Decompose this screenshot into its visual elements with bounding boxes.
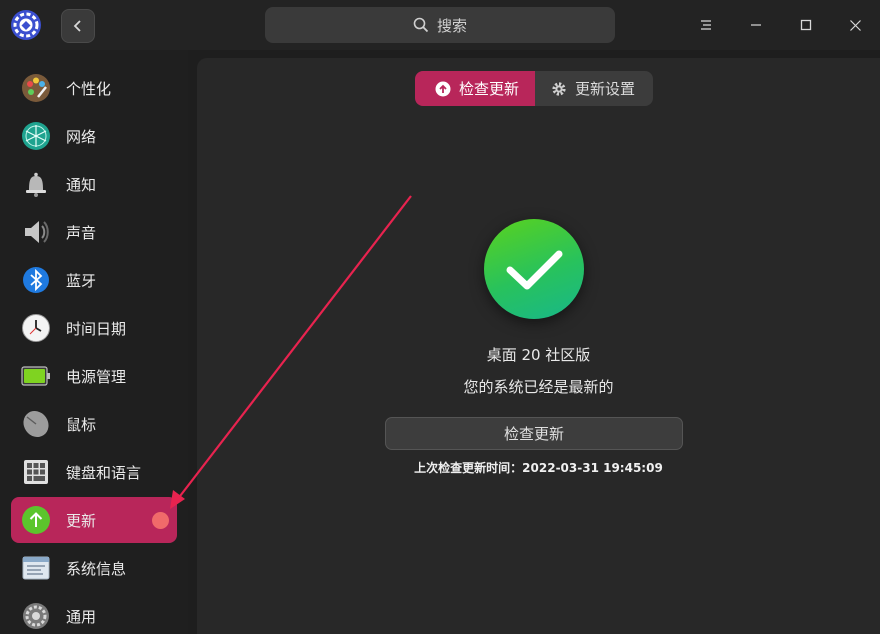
tab-label: 更新设置 (575, 80, 636, 98)
maximize-button[interactable] (791, 10, 821, 40)
tab-update-settings[interactable]: 更新设置 (535, 71, 653, 106)
sidebar-item-label: 时间日期 (66, 319, 127, 338)
sidebar-item-bluetooth[interactable]: 蓝牙 (11, 257, 177, 303)
sidebar-item-label: 声音 (66, 223, 97, 242)
back-button[interactable] (61, 9, 95, 43)
control-center-logo-icon (10, 9, 42, 41)
menu-icon (701, 20, 711, 30)
general-icon (21, 601, 51, 631)
tab-label: 检查更新 (459, 80, 520, 98)
update-tabs: 检查更新 更新设置 (415, 71, 653, 106)
system-edition: 桌面 20 社区版 (486, 346, 591, 364)
sidebar: 个性化 网络 通知 声音 蓝牙 时间日期 电源管理 鼠标 键盘和语言 更新 系统… (0, 50, 188, 634)
close-button[interactable] (840, 10, 870, 40)
maximize-icon (800, 19, 812, 31)
sidebar-item-label: 电源管理 (66, 367, 127, 386)
bluetooth-icon (21, 265, 51, 295)
check-update-button[interactable]: 检查更新 (385, 417, 683, 450)
sidebar-item-update[interactable]: 更新 (11, 497, 177, 543)
sidebar-item-label: 通用 (66, 607, 97, 626)
sidebar-item-label: 更新 (66, 511, 97, 530)
last-check-time: 上次检查更新时间：2022-03-31 19:45:09 (414, 461, 663, 475)
sidebar-item-label: 系统信息 (66, 559, 127, 578)
sidebar-item-sound[interactable]: 声音 (11, 209, 177, 255)
up-to-date-check-icon (484, 219, 584, 319)
clock-icon (21, 313, 51, 343)
title-bar: 搜索 (0, 0, 880, 50)
update-badge (152, 511, 169, 529)
search-icon (413, 17, 429, 33)
sidebar-item-label: 鼠标 (66, 415, 97, 434)
sidebar-item-label: 键盘和语言 (66, 463, 142, 482)
sidebar-item-label: 网络 (66, 127, 97, 146)
sidebar-item-label: 蓝牙 (66, 271, 97, 290)
tab-check-update[interactable]: 检查更新 (415, 71, 535, 106)
sidebar-item-system-info[interactable]: 系统信息 (11, 545, 177, 591)
sidebar-item-power[interactable]: 电源管理 (11, 353, 177, 399)
sidebar-item-mouse[interactable]: 鼠标 (11, 401, 177, 447)
menu-button[interactable] (691, 10, 721, 40)
sidebar-item-datetime[interactable]: 时间日期 (11, 305, 177, 351)
minimize-icon (751, 24, 761, 26)
search-placeholder: 搜索 (436, 16, 467, 35)
palette-icon (21, 73, 51, 103)
minimize-button[interactable] (741, 10, 771, 40)
sidebar-item-label: 通知 (66, 175, 97, 194)
upload-icon (435, 81, 451, 96)
sidebar-item-general[interactable]: 通用 (11, 593, 177, 634)
sidebar-item-network[interactable]: 网络 (11, 113, 177, 159)
update-status: 您的系统已经是最新的 (463, 378, 614, 396)
sidebar-item-label: 个性化 (66, 79, 112, 98)
sidebar-item-personalization[interactable]: 个性化 (11, 65, 177, 111)
sidebar-item-keyboard[interactable]: 键盘和语言 (11, 449, 177, 495)
bell-icon (21, 169, 51, 199)
speaker-icon (21, 217, 51, 247)
chevron-left-icon (73, 20, 81, 32)
mouse-icon (21, 409, 51, 439)
battery-icon (21, 361, 51, 391)
network-icon (21, 121, 51, 151)
close-icon (849, 19, 861, 31)
keyboard-icon (21, 457, 51, 487)
update-panel: 检查更新 更新设置 桌面 20 社区版 您的系统已经是最新的 检查更新 上次检查… (197, 58, 880, 634)
system-info-icon (21, 553, 51, 583)
search-input[interactable]: 搜索 (265, 7, 615, 43)
update-icon (21, 505, 51, 535)
sidebar-item-notifications[interactable]: 通知 (11, 161, 177, 207)
gear-icon (552, 81, 566, 96)
